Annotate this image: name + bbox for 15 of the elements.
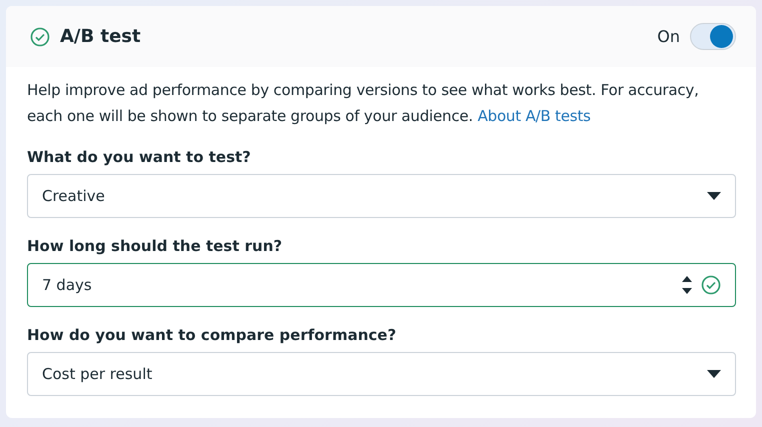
input-field[interactable]: 7 days: [27, 263, 736, 307]
toggle-label: On: [657, 27, 680, 46]
description-text: Help improve ad performance by comparing versions to see what works best. For accuracy, each one will be shown to separate groups of your audience. About A/B tests: [27, 80, 700, 127]
field-label: What do you want to test?: [27, 148, 252, 166]
about-link[interactable]: About A/B tests: [478, 107, 591, 125]
caret-icon: [707, 192, 721, 200]
field-label: How long should the test run?: [27, 237, 284, 255]
toggle-switch[interactable]: [690, 23, 736, 50]
check-circle-icon: [701, 275, 721, 295]
section-title: A/B test: [60, 26, 142, 47]
stepper-icon[interactable]: [681, 274, 693, 296]
dropdown-field[interactable]: Cost per result: [27, 352, 736, 396]
field-label: How do you want to compare performance?: [27, 326, 398, 344]
caret-icon: [707, 370, 721, 378]
dropdown-field[interactable]: Creative: [27, 174, 736, 218]
